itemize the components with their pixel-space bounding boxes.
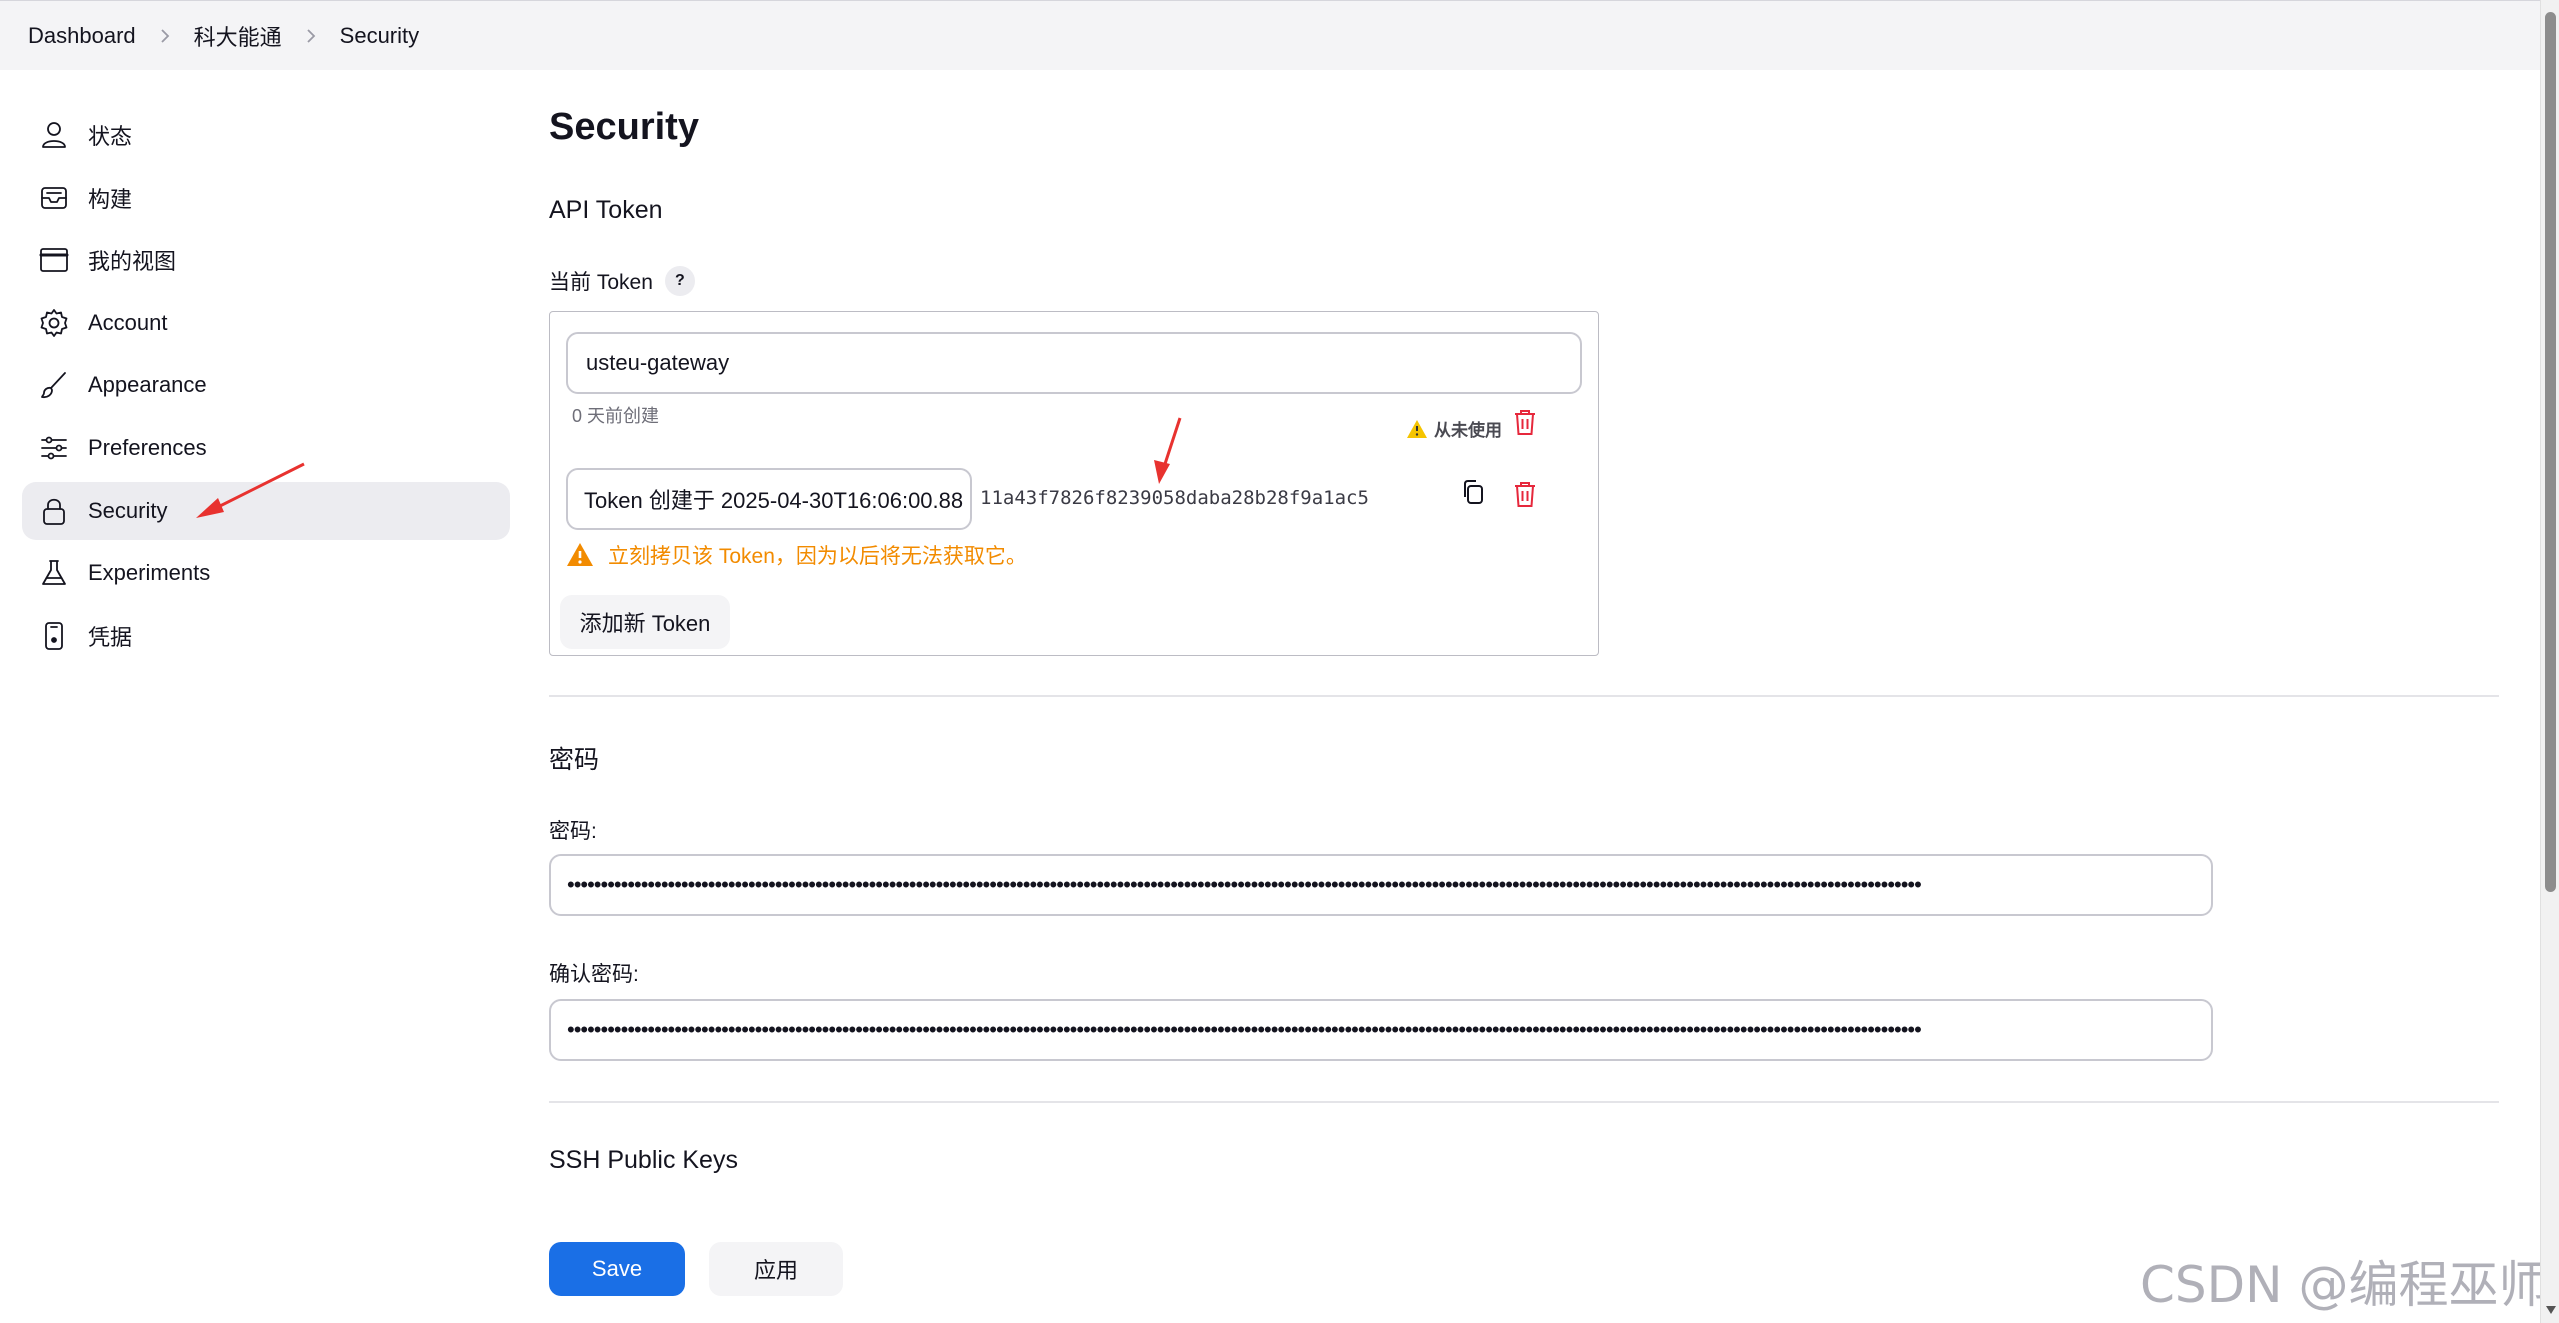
sidebar-item-label: Experiments <box>88 560 211 586</box>
scroll-down-icon[interactable] <box>2546 1306 2556 1314</box>
watermark: CSDN @编程巫师 <box>2140 1256 2549 1314</box>
gear-icon <box>38 307 70 339</box>
copy-token-warning: 立刻拷贝该 Token，因为以后将无法获取它。 <box>566 540 1027 570</box>
confirm-password-field[interactable]: ••••••••••••••••••••••••••••••••••••••••… <box>549 999 2213 1061</box>
warning-icon <box>567 543 593 566</box>
window-icon <box>38 244 70 276</box>
section-divider <box>549 1101 2499 1103</box>
breadcrumb-user[interactable]: 科大能通 <box>194 20 282 52</box>
never-used-text: 从未使用 <box>1434 421 1502 440</box>
sidebar-item-security[interactable]: Security <box>22 481 510 540</box>
page-title: Security <box>549 106 699 148</box>
sliders-icon <box>38 432 70 464</box>
sidebar-item-preferences[interactable]: Preferences <box>22 419 510 477</box>
help-icon[interactable]: ? <box>664 266 695 296</box>
copy-token-warning-text: 立刻拷贝该 Token，因为以后将无法获取它。 <box>608 545 1027 568</box>
sidebar-item-label: 构建 <box>88 186 133 212</box>
api-token-section-title: API Token <box>549 196 663 224</box>
ssh-section-title: SSH Public Keys <box>549 1146 738 1174</box>
password-label: 密码: <box>549 820 597 843</box>
copy-icon[interactable] <box>1459 478 1489 508</box>
user-icon <box>38 119 70 151</box>
sidebar-item-label: Preferences <box>88 434 207 460</box>
apply-button[interactable]: 应用 <box>709 1242 843 1296</box>
sidebar-item-label: 我的视图 <box>88 249 177 275</box>
delete-token-icon[interactable] <box>1512 408 1538 436</box>
sidebar-item-status[interactable]: 状态 <box>22 106 510 164</box>
sidebar-item-account[interactable]: Account <box>22 294 510 352</box>
sidebar-item-appearance[interactable]: Appearance <box>22 356 510 414</box>
breadcrumb-dashboard[interactable]: Dashboard <box>28 23 136 49</box>
save-button[interactable]: Save <box>549 1242 685 1296</box>
token-created-ago: 0 天前创建 <box>572 406 660 426</box>
new-token-name-input[interactable]: Token 创建于 2025-04-30T16:06:00.88 <box>566 468 972 530</box>
scrollbar[interactable] <box>2540 0 2559 1323</box>
password-field[interactable]: ••••••••••••••••••••••••••••••••••••••••… <box>549 854 2213 916</box>
sidebar-item-label: 状态 <box>88 124 133 149</box>
brush-icon <box>38 369 70 401</box>
sidebar-item-label: Appearance <box>88 372 207 398</box>
delete-new-token-icon[interactable] <box>1512 480 1538 508</box>
sidebar-item-label: Account <box>88 309 168 335</box>
chevron-right-icon <box>158 28 172 43</box>
flask-icon <box>38 557 70 589</box>
lock-icon <box>38 495 70 527</box>
phone-icon <box>38 620 70 652</box>
sidebar-item-label: Security <box>88 497 168 523</box>
section-divider <box>549 695 2499 697</box>
add-token-button[interactable]: 添加新 Token <box>560 595 730 649</box>
inbox-icon <box>38 182 70 214</box>
token-usage-status: 从未使用 <box>1406 416 1502 441</box>
current-token-label-text: 当前 Token <box>549 271 653 294</box>
token-name-input[interactable]: usteu-gateway <box>566 332 1582 394</box>
confirm-password-label: 确认密码: <box>549 963 639 986</box>
token-value: 11a43f7826f8239058daba28b28f9a1ac5 <box>980 487 1369 509</box>
chevron-right-icon <box>304 28 318 43</box>
breadcrumb: Dashboard 科大能通 Security <box>0 0 2540 70</box>
password-section-title: 密码 <box>549 746 600 774</box>
scrollbar-thumb[interactable] <box>2545 12 2556 892</box>
token-list: usteu-gateway 0 天前创建 从未使用 Token 创建于 2025… <box>549 311 1599 656</box>
sidebar-item-credentials[interactable]: 凭据 <box>22 607 510 665</box>
sidebar-item-label: 凭据 <box>88 624 133 650</box>
warning-icon <box>1407 419 1427 438</box>
current-token-label: 当前 Token ? <box>549 266 695 296</box>
sidebar-item-experiments[interactable]: Experiments <box>22 544 510 602</box>
breadcrumb-security[interactable]: Security <box>340 23 419 49</box>
sidebar-item-my-views[interactable]: 我的视图 <box>22 231 510 289</box>
sidebar: 状态 构建 我的视图 Account Appearance Preference… <box>22 106 510 669</box>
sidebar-item-build[interactable]: 构建 <box>22 169 510 227</box>
